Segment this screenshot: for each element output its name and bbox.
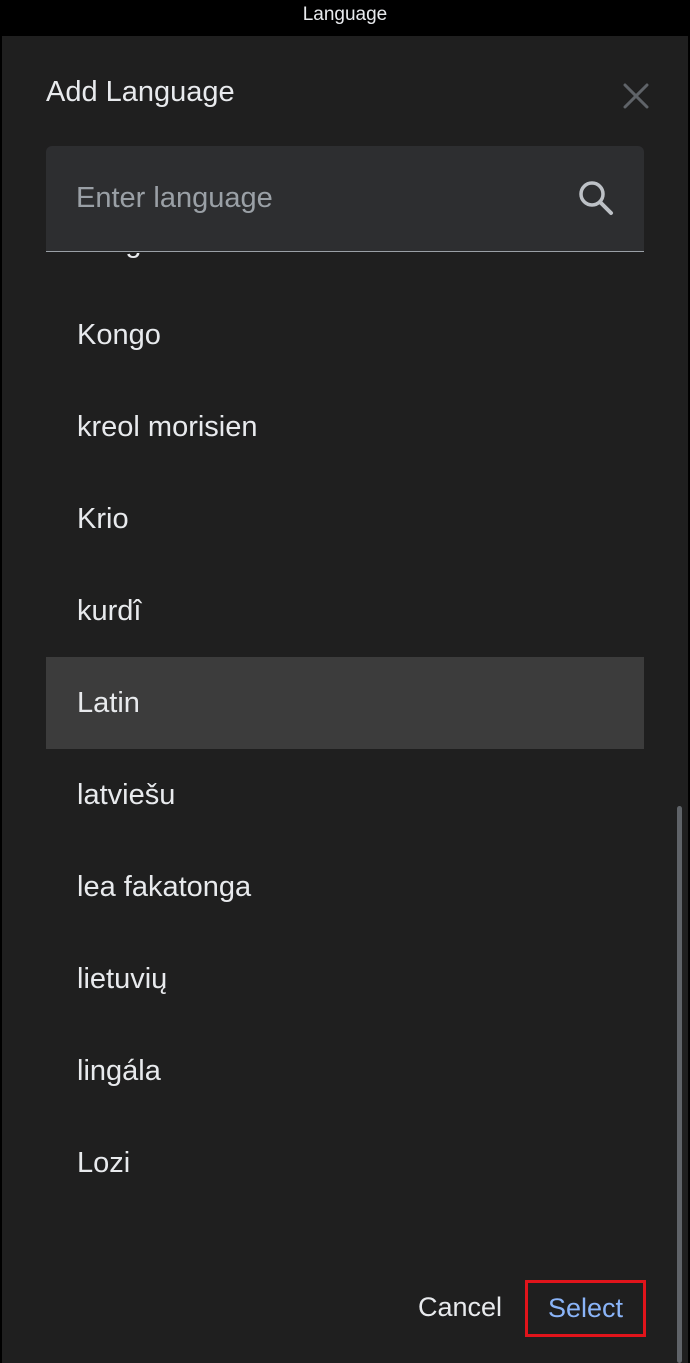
language-item-selected[interactable]: Latin — [46, 657, 644, 749]
window-title-bar: Language — [0, 0, 690, 36]
language-item[interactable]: lietuvių — [46, 933, 644, 1025]
window-title: Language — [302, 3, 388, 25]
language-item[interactable]: Klingon — [46, 253, 644, 289]
language-list: Klingon Kongo kreol morisien Krio kurdî … — [46, 253, 644, 1209]
language-item[interactable]: Kongo — [46, 289, 644, 381]
search-input[interactable] — [76, 170, 556, 226]
language-item[interactable]: Krio — [46, 473, 644, 565]
cancel-button[interactable]: Cancel — [400, 1276, 520, 1338]
language-item[interactable]: latviešu — [46, 749, 644, 841]
add-language-dialog: Add Language Klingon Kongo kreol morisie… — [2, 36, 688, 1363]
select-button[interactable]: Select — [525, 1280, 646, 1337]
search-box — [46, 146, 644, 252]
language-item[interactable]: lea fakatonga — [46, 841, 644, 933]
close-button[interactable] — [616, 76, 656, 116]
close-icon — [623, 83, 649, 109]
language-item[interactable]: kurdî — [46, 565, 644, 657]
dialog-actions: Cancel Select — [2, 1276, 688, 1346]
dialog-title: Add Language — [46, 76, 235, 108]
search-icon[interactable] — [576, 178, 616, 218]
language-item[interactable]: Lozi — [46, 1117, 644, 1209]
language-item[interactable]: kreol morisien — [46, 381, 644, 473]
language-item[interactable]: lingála — [46, 1025, 644, 1117]
language-list-viewport[interactable]: Klingon Kongo kreol morisien Krio kurdî … — [2, 253, 688, 1229]
